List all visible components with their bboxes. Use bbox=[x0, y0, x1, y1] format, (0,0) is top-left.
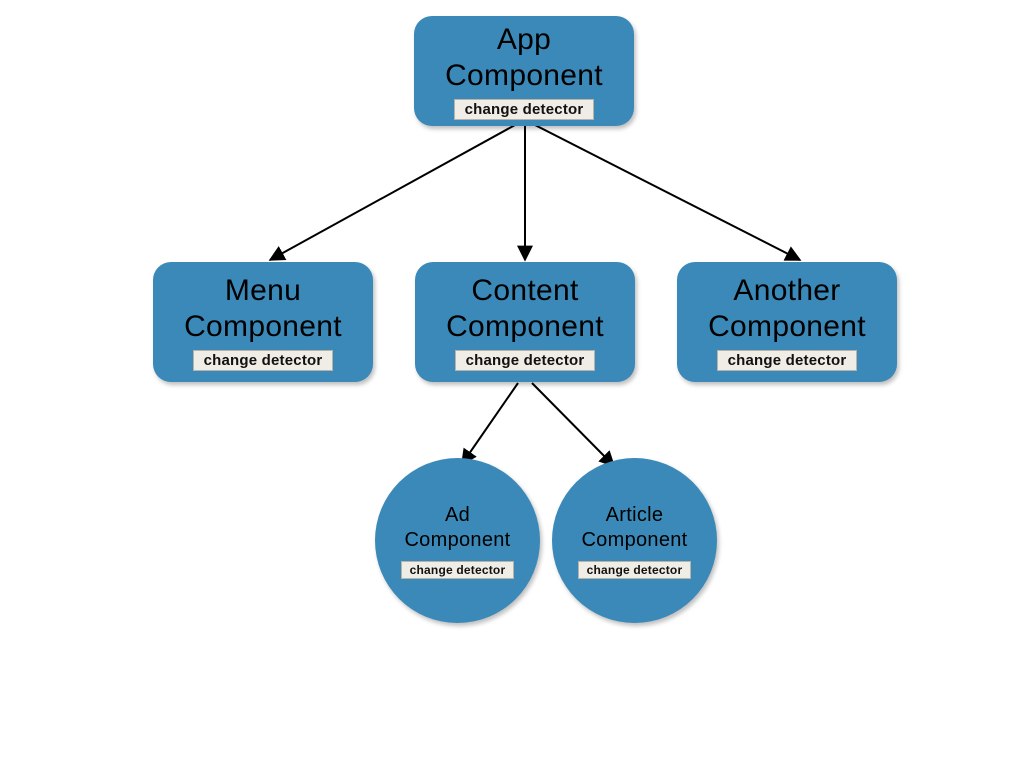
change-detector-badge: change detector bbox=[401, 561, 515, 579]
node-article: Article Component change detector bbox=[552, 458, 717, 623]
edge-content-ad bbox=[462, 383, 518, 464]
node-title: Menu Component bbox=[184, 273, 342, 344]
change-detector-badge: change detector bbox=[455, 350, 596, 371]
title-line1: Article bbox=[606, 504, 664, 526]
change-detector-badge: change detector bbox=[193, 350, 334, 371]
title-line1: Menu bbox=[225, 274, 301, 307]
edge-content-article bbox=[532, 383, 614, 466]
title-line1: Ad bbox=[445, 504, 470, 526]
node-title: App Component bbox=[445, 22, 603, 93]
change-detector-badge: change detector bbox=[578, 561, 692, 579]
title-line2: Component bbox=[708, 310, 866, 343]
title-line2: Component bbox=[581, 529, 687, 551]
title-line2: Component bbox=[184, 310, 342, 343]
node-title: Content Component bbox=[446, 273, 604, 344]
node-ad: Ad Component change detector bbox=[375, 458, 540, 623]
title-line1: App bbox=[497, 23, 551, 56]
node-title: Article Component bbox=[581, 503, 687, 553]
change-detector-badge: change detector bbox=[454, 99, 595, 120]
node-menu: Menu Component change detector bbox=[153, 262, 373, 382]
change-detector-badge: change detector bbox=[717, 350, 858, 371]
title-line2: Component bbox=[445, 59, 603, 92]
edge-app-another bbox=[535, 125, 800, 260]
node-content: Content Component change detector bbox=[415, 262, 635, 382]
edge-app-menu bbox=[270, 125, 515, 260]
node-title: Another Component bbox=[708, 273, 866, 344]
title-line1: Content bbox=[471, 274, 578, 307]
node-app: App Component change detector bbox=[414, 16, 634, 126]
node-title: Ad Component bbox=[404, 503, 510, 553]
node-another: Another Component change detector bbox=[677, 262, 897, 382]
title-line2: Component bbox=[404, 529, 510, 551]
title-line2: Component bbox=[446, 310, 604, 343]
title-line1: Another bbox=[733, 274, 840, 307]
